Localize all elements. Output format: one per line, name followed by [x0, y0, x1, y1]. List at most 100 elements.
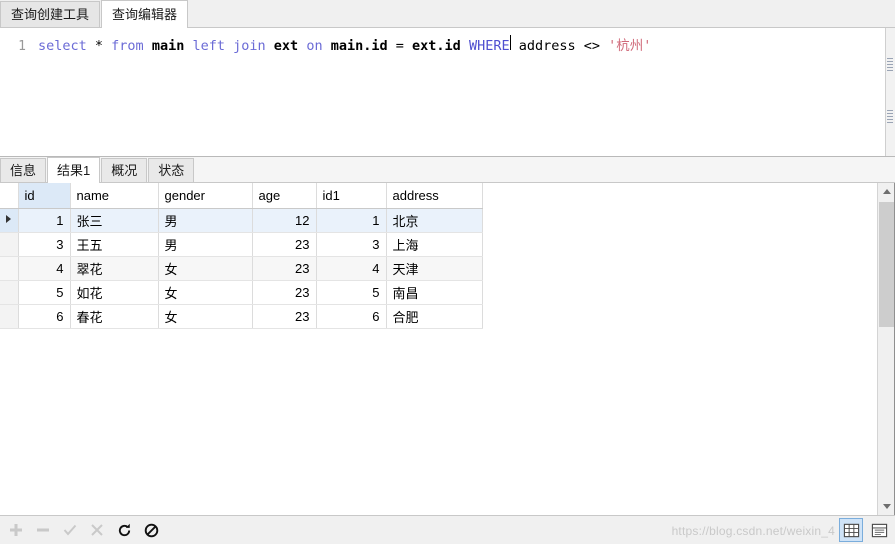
tab-query-editor-label: 查询编辑器: [112, 7, 178, 22]
sql-token-space-7: [461, 38, 469, 54]
table-row[interactable]: 1 张三 男 12 1 北京: [0, 208, 483, 233]
cell-age[interactable]: 12: [252, 208, 317, 233]
cell-address[interactable]: 合肥: [386, 304, 483, 329]
sql-token-condition: address <>: [510, 38, 609, 54]
result-tab-status[interactable]: 状态: [148, 158, 195, 182]
cell-gender[interactable]: 女: [158, 256, 253, 281]
cell-name[interactable]: 春花: [70, 304, 159, 329]
form-view-button[interactable]: [867, 518, 891, 542]
form-view-icon: [871, 523, 887, 537]
tab-query-builder[interactable]: 查询创建工具: [0, 1, 101, 27]
result-tab-status-label: 状态: [158, 163, 185, 178]
sql-token-left: left: [192, 38, 225, 54]
scroll-up-button[interactable]: [878, 183, 895, 200]
row-marker-cell[interactable]: [0, 232, 19, 257]
cell-id1[interactable]: 3: [316, 232, 387, 257]
scroll-down-button[interactable]: [878, 498, 895, 515]
cell-id[interactable]: 3: [18, 232, 71, 257]
table-row[interactable]: 3 王五 男 23 3 上海: [0, 232, 483, 257]
column-header-address[interactable]: address: [386, 183, 483, 209]
stop-button[interactable]: [140, 519, 162, 541]
cell-name[interactable]: 如花: [70, 280, 159, 305]
cell-address[interactable]: 南昌: [386, 280, 483, 305]
splitter-grip-icon: [887, 110, 893, 124]
cell-name[interactable]: 张三: [70, 208, 159, 233]
row-marker-cell[interactable]: [0, 256, 19, 281]
table-row[interactable]: 5 如花 女 23 5 南昌: [0, 280, 483, 305]
cell-age[interactable]: 23: [252, 232, 317, 257]
column-header-age[interactable]: age: [252, 183, 317, 209]
tab-query-builder-label: 查询创建工具: [11, 7, 90, 22]
sql-token-select: select: [38, 38, 87, 54]
result-tabbar: 信息 结果1 概况 状态: [0, 157, 895, 183]
refresh-button[interactable]: [113, 519, 135, 541]
scrollbar-thumb[interactable]: [879, 202, 894, 327]
cell-gender[interactable]: 男: [158, 232, 253, 257]
row-marker-cell[interactable]: [0, 208, 19, 233]
grid-vertical-scrollbar[interactable]: [877, 183, 895, 515]
sql-token-space-1: [144, 38, 152, 54]
cell-gender[interactable]: 女: [158, 304, 253, 329]
table-row[interactable]: 4 翠花 女 23 4 天津: [0, 256, 483, 281]
table-header-row: id name gender age id1 address: [0, 183, 483, 209]
splitter-grip-icon: [887, 58, 893, 72]
cell-name[interactable]: 翠花: [70, 256, 159, 281]
result-tab-info[interactable]: 信息: [0, 158, 47, 182]
table-row[interactable]: 6 春花 女 23 6 合肥: [0, 304, 483, 329]
cell-address[interactable]: 上海: [386, 232, 483, 257]
current-row-arrow-icon: [6, 215, 12, 224]
sql-token-space-4: [266, 38, 274, 54]
cell-gender[interactable]: 女: [158, 280, 253, 305]
line-number-gutter: 1: [18, 39, 26, 54]
result-tab-result1[interactable]: 结果1: [47, 157, 101, 183]
delete-record-button[interactable]: [32, 519, 54, 541]
grid-view-button[interactable]: [839, 518, 863, 542]
cell-address[interactable]: 北京: [386, 208, 483, 233]
tab-query-editor[interactable]: 查询编辑器: [101, 0, 189, 28]
sql-editor-textarea[interactable]: 1 select * from main left join ext on ma…: [0, 28, 895, 156]
row-marker-cell[interactable]: [0, 304, 19, 329]
cell-age[interactable]: 23: [252, 256, 317, 281]
cell-id[interactable]: 4: [18, 256, 71, 281]
cross-icon: [91, 524, 103, 536]
cell-id[interactable]: 5: [18, 280, 71, 305]
sql-token-from: from: [111, 38, 144, 54]
sql-token-on: on: [306, 38, 323, 54]
result-tab-profile-label: 概况: [111, 163, 138, 178]
grid-bottom-toolbar: https://blog.csdn.net/weixin_4: [0, 515, 895, 544]
refresh-icon: [118, 523, 130, 536]
apply-changes-button[interactable]: [59, 519, 81, 541]
cell-id[interactable]: 6: [18, 304, 71, 329]
cell-id[interactable]: 1: [18, 208, 71, 233]
sql-token-where: WHERE: [468, 38, 510, 54]
result-table: id name gender age id1 address 1 张三 男 12…: [0, 183, 483, 329]
cell-id1[interactable]: 5: [316, 280, 387, 305]
sql-token-equals: =: [387, 38, 413, 54]
query-editor-window: 查询创建工具 查询编辑器 1 select * from main left j…: [0, 0, 895, 544]
cell-id1[interactable]: 4: [316, 256, 387, 281]
editor-vertical-splitter[interactable]: [885, 28, 895, 156]
sql-token-main-id: main.id: [330, 38, 388, 54]
cell-id1[interactable]: 6: [316, 304, 387, 329]
column-header-id[interactable]: id: [18, 183, 71, 209]
grid-view-icon: [843, 523, 859, 537]
cell-age[interactable]: 23: [252, 280, 317, 305]
sql-token-space-6: [323, 38, 331, 54]
discard-changes-button[interactable]: [86, 519, 108, 541]
sql-token-ext: ext: [273, 38, 299, 54]
add-record-button[interactable]: [5, 519, 27, 541]
result-tab-profile[interactable]: 概况: [101, 158, 148, 182]
column-header-name[interactable]: name: [70, 183, 159, 209]
cell-gender[interactable]: 男: [158, 208, 253, 233]
column-header-gender[interactable]: gender: [158, 183, 253, 209]
cell-age[interactable]: 23: [252, 304, 317, 329]
column-header-id1[interactable]: id1: [316, 183, 387, 209]
result-grid-region: id name gender age id1 address 1 张三 男 12…: [0, 183, 895, 515]
result-tab-result1-label: 结果1: [57, 163, 91, 178]
cell-id1[interactable]: 1: [316, 208, 387, 233]
cell-name[interactable]: 王五: [70, 232, 159, 257]
row-marker-cell[interactable]: [0, 280, 19, 305]
cell-address[interactable]: 天津: [386, 256, 483, 281]
chevron-down-icon: [882, 504, 891, 509]
sql-token-space-3: [225, 38, 233, 54]
